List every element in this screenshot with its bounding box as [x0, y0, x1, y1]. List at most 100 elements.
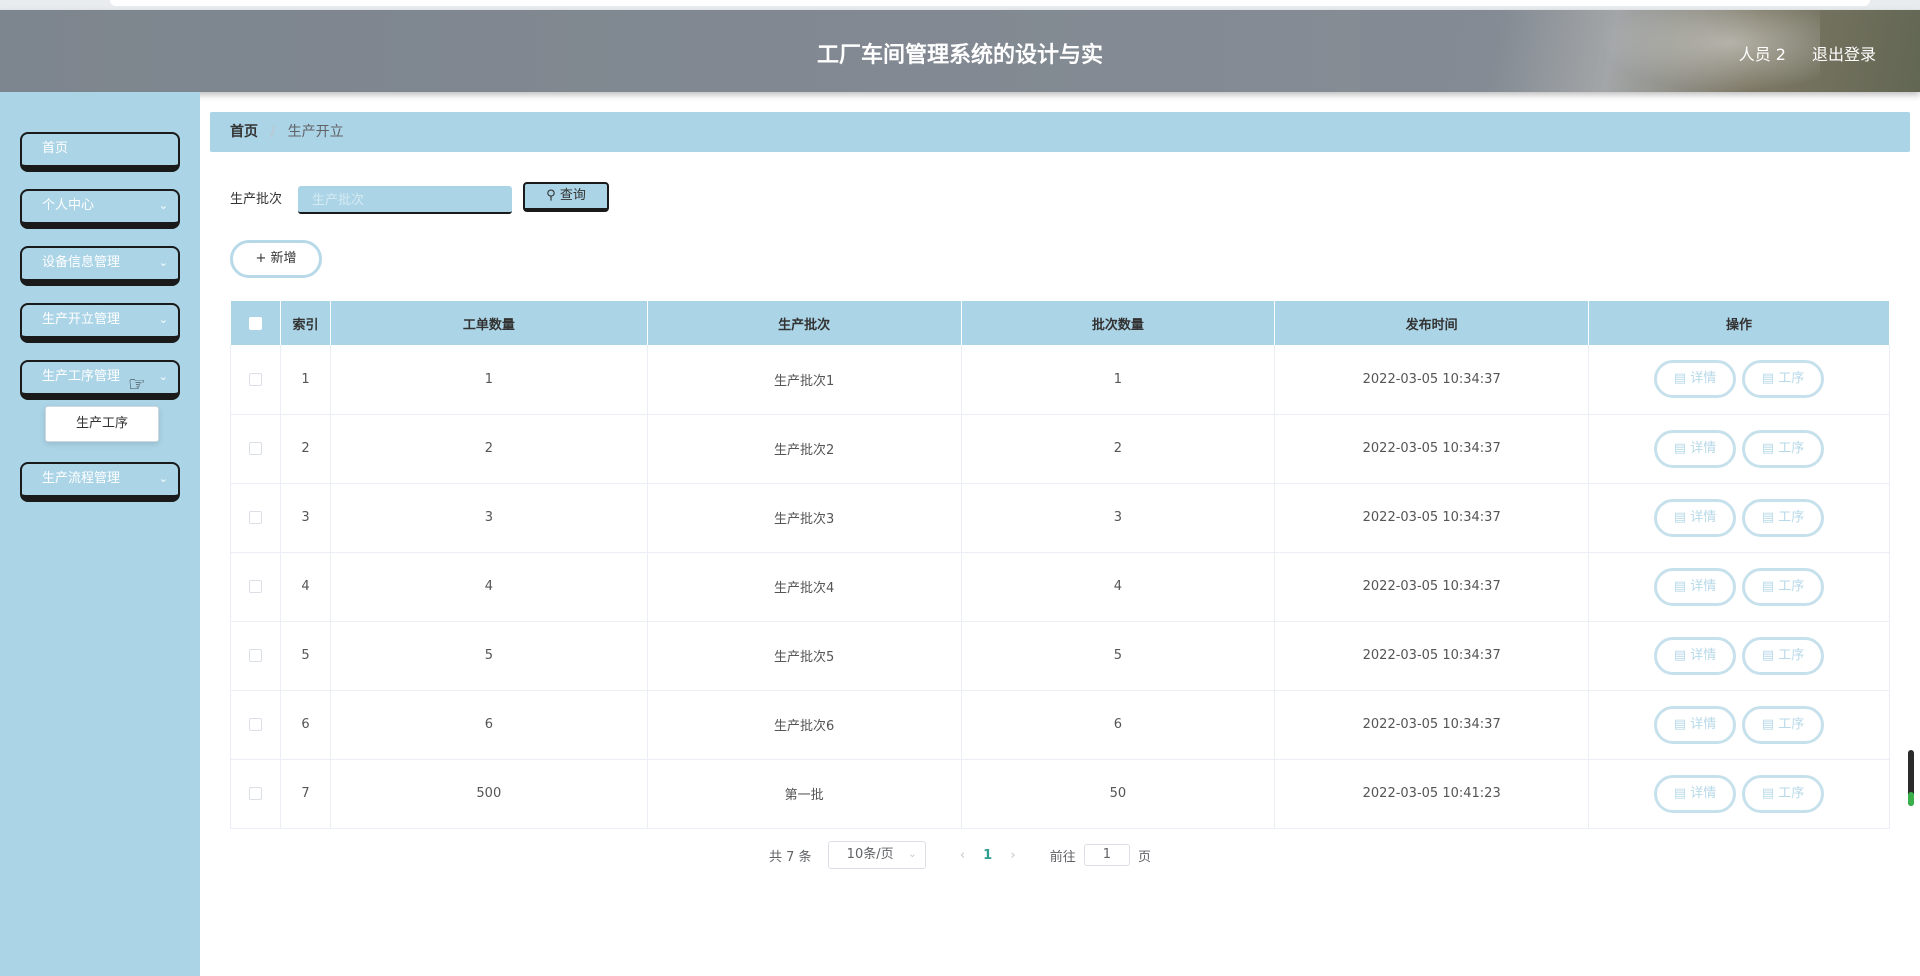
cell-publish-time: 2022-03-05 10:34:37 [1274, 552, 1590, 622]
cell-batch-qty: 4 [961, 552, 1276, 622]
row-checkbox[interactable] [248, 718, 262, 731]
breadcrumb-separator: / [270, 124, 276, 140]
detail-button[interactable]: ▤ 详情 [1654, 705, 1737, 744]
select-all-cell [230, 301, 281, 345]
row-checkbox[interactable] [248, 649, 262, 662]
cell-batch-qty: 6 [961, 690, 1276, 760]
batch-search-input[interactable] [298, 186, 512, 214]
breadcrumb: 首页 / 生产开立 [210, 112, 1910, 152]
detail-button[interactable]: ▤ 详情 [1654, 774, 1737, 813]
search-button[interactable]: ⚲ 查询 [523, 182, 609, 212]
document-icon: ▤ [1673, 785, 1687, 801]
detail-button[interactable]: ▤ 详情 [1654, 360, 1737, 399]
cell-order-qty: 1 [330, 345, 648, 415]
table-row: 7 500 第一批 50 2022-03-05 10:41:23 ▤ 详情 ▤ 工序 [230, 759, 1890, 829]
detail-button[interactable]: ▤ 详情 [1654, 498, 1737, 537]
cell-publish-time: 2022-03-05 10:34:37 [1274, 690, 1590, 760]
document-icon: ▤ [1673, 647, 1687, 663]
column-header: 索引 [280, 301, 331, 345]
table-header-row: 索引 工单数量 生产批次 批次数量 发布时间 操作 [230, 301, 1890, 345]
add-button[interactable]: + 新增 [230, 240, 322, 278]
document-icon: ▤ [1761, 371, 1775, 387]
browser-top-strip [0, 0, 1920, 10]
row-checkbox[interactable] [248, 511, 262, 524]
process-button[interactable]: ▤ 工序 [1742, 498, 1825, 537]
sidebar-item-production-flow[interactable]: 生产流程管理 ⌄ [20, 462, 180, 502]
table-row: 4 4 生产批次4 4 2022-03-05 10:34:37 ▤ 详情 ▤ 工序 [230, 552, 1890, 622]
row-select-cell [230, 483, 281, 553]
cell-index: 1 [280, 345, 331, 415]
chevron-down-icon: ⌄ [908, 849, 917, 860]
next-page-icon[interactable]: › [1010, 848, 1015, 863]
row-checkbox[interactable] [248, 787, 262, 800]
row-checkbox[interactable] [248, 442, 262, 455]
chevron-down-icon: ⌄ [158, 256, 168, 269]
row-checkbox[interactable] [248, 372, 262, 386]
table-row: 2 2 生产批次2 2 2022-03-05 10:34:37 ▤ 详情 ▤ 工序 [230, 414, 1890, 484]
document-icon: ▤ [1673, 578, 1687, 594]
process-button[interactable]: ▤ 工序 [1742, 429, 1825, 468]
cell-actions: ▤ 详情 ▤ 工序 [1588, 345, 1890, 415]
cell-order-qty: 3 [330, 483, 648, 553]
document-icon: ▤ [1673, 509, 1687, 525]
cell-actions: ▤ 详情 ▤ 工序 [1588, 621, 1890, 691]
cell-order-qty: 5 [330, 621, 648, 691]
page-number-current[interactable]: 1 [983, 848, 992, 863]
page-size-select[interactable]: 10条/页 ⌄ [827, 841, 926, 869]
scrollbar[interactable] [1908, 750, 1914, 806]
cell-publish-time: 2022-03-05 10:34:37 [1274, 345, 1590, 415]
logout-link[interactable]: 退出登录 [1812, 41, 1876, 65]
cell-publish-time: 2022-03-05 10:34:37 [1274, 414, 1590, 484]
detail-button[interactable]: ▤ 详情 [1654, 636, 1737, 675]
cell-batch-qty: 3 [961, 483, 1276, 553]
detail-button[interactable]: ▤ 详情 [1654, 567, 1737, 606]
search-label: 生产批次 [230, 192, 283, 207]
cell-batch-qty: 1 [961, 345, 1276, 415]
row-checkbox[interactable] [248, 580, 262, 593]
cell-index: 5 [280, 621, 331, 691]
prev-page-icon[interactable]: ‹ [960, 848, 965, 863]
goto-suffix: 页 [1137, 849, 1151, 865]
goto-page-input[interactable]: 1 [1083, 844, 1130, 866]
table-row: 6 6 生产批次6 6 2022-03-05 10:34:37 ▤ 详情 ▤ 工序 [230, 690, 1890, 760]
table-row: 1 1 生产批次1 1 2022-03-05 10:34:37 ▤ 详情 ▤ 工序 [230, 345, 1890, 415]
data-table: 索引 工单数量 生产批次 批次数量 发布时间 操作 1 1 生产批次1 1 2022-0… [230, 301, 1890, 829]
cell-batch: 生产批次2 [647, 414, 962, 484]
process-button[interactable]: ▤ 工序 [1742, 567, 1825, 606]
cell-batch-qty: 2 [961, 414, 1276, 484]
chevron-down-icon: ⌄ [158, 199, 168, 212]
cell-actions: ▤ 详情 ▤ 工序 [1588, 414, 1890, 484]
process-button[interactable]: ▤ 工序 [1742, 360, 1825, 399]
document-icon: ▤ [1673, 440, 1687, 456]
document-icon: ▤ [1761, 647, 1775, 663]
document-icon: ▤ [1673, 716, 1687, 732]
cell-index: 4 [280, 552, 331, 622]
cell-order-qty: 4 [330, 552, 648, 622]
detail-button[interactable]: ▤ 详情 [1654, 429, 1737, 468]
cell-batch: 生产批次1 [647, 345, 962, 415]
column-header: 工单数量 [330, 301, 648, 345]
chevron-down-icon: ⌄ [158, 370, 168, 383]
sidebar-item-label: 个人中心 [42, 198, 95, 213]
cell-order-qty: 2 [330, 414, 648, 484]
cell-index: 3 [280, 483, 331, 553]
cell-index: 6 [280, 690, 331, 760]
process-button[interactable]: ▤ 工序 [1742, 636, 1825, 675]
sidebar-item-production-open[interactable]: 生产开立管理 ⌄ [20, 303, 180, 343]
sidebar-item-home[interactable]: 首页 [20, 132, 180, 172]
sidebar-item-personal-center[interactable]: 个人中心 ⌄ [20, 189, 180, 229]
sidebar-item-production-process[interactable]: 生产工序管理 ⌄ [20, 360, 180, 400]
cell-index: 2 [280, 414, 331, 484]
cell-index: 7 [280, 759, 331, 829]
select-all-checkbox[interactable] [248, 316, 262, 330]
cell-order-qty: 6 [330, 690, 648, 760]
process-button[interactable]: ▤ 工序 [1742, 705, 1825, 744]
sidebar-item-label: 首页 [42, 141, 69, 156]
document-icon: ▤ [1761, 578, 1775, 594]
process-button[interactable]: ▤ 工序 [1742, 774, 1825, 813]
column-header: 操作 [1588, 301, 1890, 345]
column-header: 生产批次 [647, 301, 962, 345]
submenu-item-production-process[interactable]: 生产工序 [45, 406, 159, 442]
breadcrumb-home[interactable]: 首页 [230, 124, 258, 140]
sidebar-item-equipment[interactable]: 设备信息管理 ⌄ [20, 246, 180, 286]
